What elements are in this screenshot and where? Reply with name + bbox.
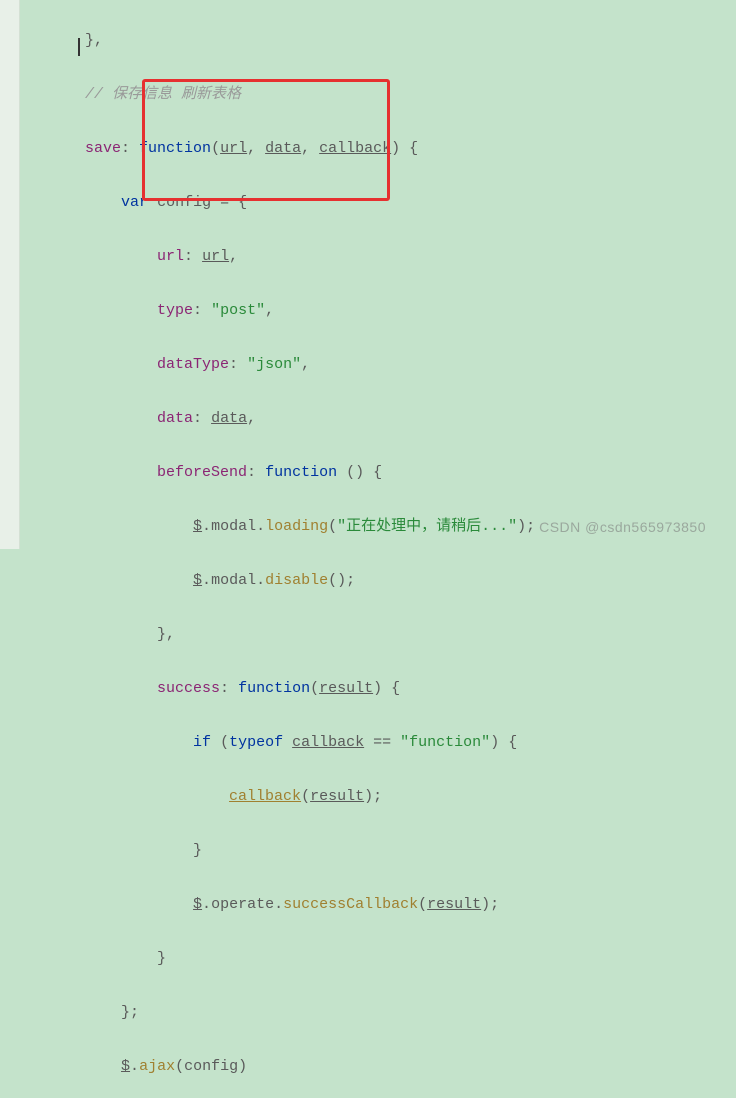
- code-line: };: [22, 999, 736, 1026]
- code-line: }: [22, 945, 736, 972]
- code-line: $.ajax(config): [22, 1053, 736, 1080]
- code-line: },: [22, 621, 736, 648]
- code-line: var config = {: [22, 189, 736, 216]
- code-line: data: data,: [22, 405, 736, 432]
- code-line: $.operate.successCallback(result);: [22, 891, 736, 918]
- code-editor[interactable]: }, // 保存信息 刷新表格 save: function(url, data…: [0, 0, 736, 1098]
- code-line: dataType: "json",: [22, 351, 736, 378]
- editor-gutter: [0, 0, 20, 549]
- code-line: success: function(result) {: [22, 675, 736, 702]
- code-line: beforeSend: function () {: [22, 459, 736, 486]
- code-line: $.modal.loading("正在处理中，请稍后...");: [22, 513, 736, 540]
- code-line: $.modal.disable();: [22, 567, 736, 594]
- code-line: save: function(url, data, callback) {: [22, 135, 736, 162]
- code-line: // 保存信息 刷新表格: [22, 81, 736, 108]
- text-cursor: [78, 38, 80, 56]
- code-line: url: url,: [22, 243, 736, 270]
- code-line: }: [22, 837, 736, 864]
- code-line: },: [22, 27, 736, 54]
- code-line: if (typeof callback == "function") {: [22, 729, 736, 756]
- code-line: callback(result);: [22, 783, 736, 810]
- code-line: type: "post",: [22, 297, 736, 324]
